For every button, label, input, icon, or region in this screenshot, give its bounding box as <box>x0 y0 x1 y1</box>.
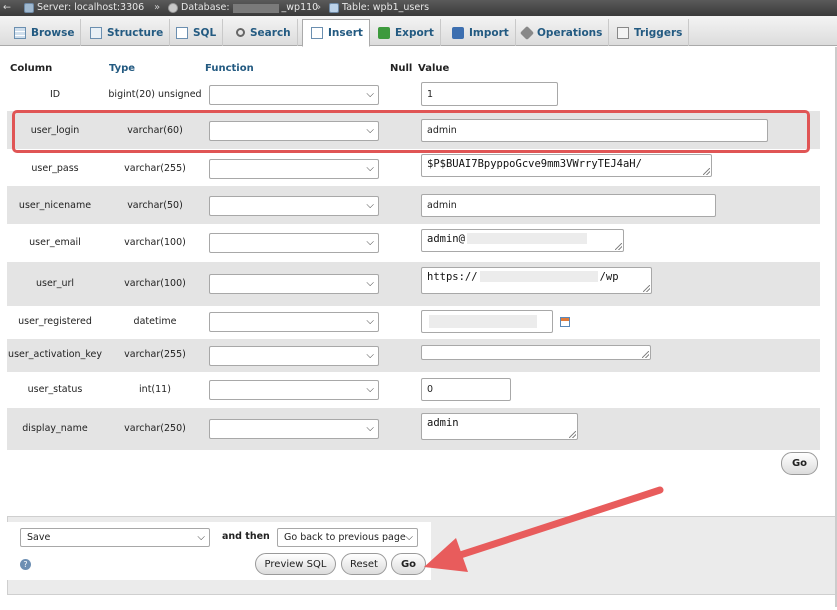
annotation-arrow <box>424 486 664 572</box>
